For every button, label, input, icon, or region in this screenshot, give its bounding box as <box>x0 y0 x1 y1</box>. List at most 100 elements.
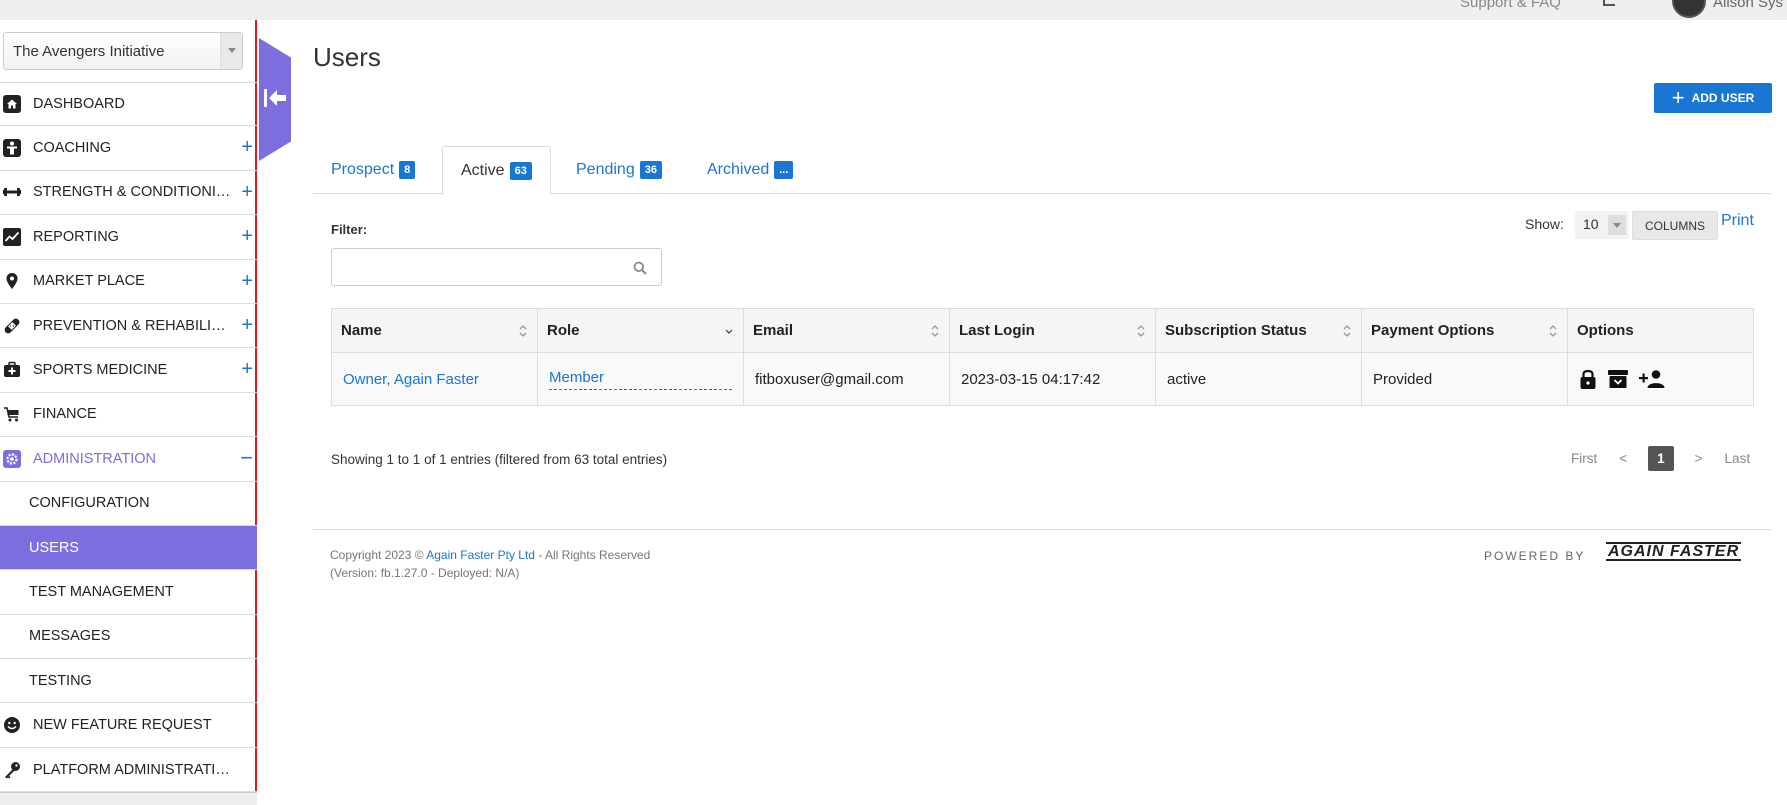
expand-icon[interactable]: + <box>241 137 253 157</box>
sort-icon <box>931 325 939 337</box>
tab-pending[interactable]: Pending 36 <box>558 146 680 194</box>
sidebar-item-configuration[interactable]: CONFIGURATION <box>0 482 257 526</box>
sort-icon <box>1549 325 1557 337</box>
sidebar-item-test-management[interactable]: TEST MANAGEMENT <box>0 570 257 615</box>
powered-by-label: POWERED BY <box>1484 549 1586 563</box>
pagination-prev[interactable]: < <box>1619 451 1627 466</box>
sidebar-item-dashboard[interactable]: DASHBOARD <box>0 82 257 127</box>
sidebar-item-finance[interactable]: FINANCE <box>0 393 257 438</box>
user-name-link[interactable]: Owner, Again Faster <box>343 371 479 388</box>
sidebar-collapse-toggle[interactable] <box>259 38 291 161</box>
column-header-label: Role <box>547 322 580 339</box>
sidebar-item-messages[interactable]: MESSAGES <box>0 615 257 660</box>
sidebar-item-testing[interactable]: TESTING <box>0 659 257 704</box>
pagination-current-page[interactable]: 1 <box>1648 446 1674 471</box>
sidebar-item-label: ADMINISTRATION <box>33 450 156 467</box>
count-badge: 8 <box>399 161 416 179</box>
sidebar-footer <box>0 792 257 805</box>
sidebar-item-label: CONFIGURATION <box>29 495 150 512</box>
column-header-email[interactable]: Email <box>743 308 950 353</box>
organization-select[interactable]: The Avengers Initiative <box>3 32 243 70</box>
search-icon[interactable] <box>633 261 647 278</box>
tab-active[interactable]: Active 63 <box>442 146 551 195</box>
columns-button[interactable]: COLUMNS <box>1632 211 1718 240</box>
medkit-icon <box>3 361 21 379</box>
column-header-label: Payment Options <box>1371 322 1495 339</box>
column-header-payment-options[interactable]: Payment Options <box>1361 308 1568 353</box>
sidebar-item-prevention-rehabilitation[interactable]: PREVENTION & REHABILITATION + <box>0 304 257 349</box>
company-link[interactable]: Again Faster Pty Ltd <box>426 548 535 562</box>
smiley-icon <box>3 716 21 734</box>
expand-icon[interactable]: + <box>241 315 253 335</box>
column-header-last-login[interactable]: Last Login <box>949 308 1156 353</box>
add-user-button[interactable]: + ADD USER <box>1654 83 1772 113</box>
sort-desc-icon <box>725 329 733 334</box>
status-tabs: Prospect 8 Active 63 Pending 36 Archived… <box>313 146 1772 195</box>
column-header-role[interactable]: Role <box>537 308 744 353</box>
tab-archived[interactable]: Archived ... <box>689 146 811 194</box>
lock-icon[interactable] <box>1579 368 1597 394</box>
chevron-down-icon[interactable] <box>220 33 242 69</box>
filter-field <box>331 248 662 286</box>
expand-icon[interactable]: + <box>241 226 253 246</box>
cart-icon <box>3 405 21 423</box>
pagination-last[interactable]: Last <box>1725 451 1751 466</box>
sidebar-item-label: PLATFORM ADMINISTRATION <box>33 761 233 778</box>
sidebar-item-label: NEW FEATURE REQUEST <box>33 717 212 734</box>
column-header-subscription-status[interactable]: Subscription Status <box>1155 308 1362 353</box>
top-bar: Support & FAQ Alison Sys <box>0 0 1787 20</box>
page-size-select[interactable]: 10 <box>1575 211 1629 239</box>
column-header-label: Options <box>1577 322 1634 339</box>
support-link[interactable]: Support & FAQ <box>1460 0 1561 11</box>
sort-icon <box>1343 325 1351 337</box>
chevron-down-icon <box>1608 215 1626 235</box>
sidebar: The Avengers Initiative DASHBOARD COACHI… <box>0 20 257 805</box>
plus-icon: + <box>1671 85 1685 110</box>
sidebar-item-platform-administration[interactable]: PLATFORM ADMINISTRATION <box>0 748 257 793</box>
column-header-label: Email <box>753 322 794 339</box>
sidebar-item-new-feature-request[interactable]: NEW FEATURE REQUEST <box>0 703 257 748</box>
sidebar-item-label: SPORTS MEDICINE <box>33 362 168 379</box>
role-editable[interactable]: Member <box>549 369 732 390</box>
column-header-label: Last Login <box>959 322 1035 339</box>
sidebar-item-sports-medicine[interactable]: SPORTS MEDICINE + <box>0 348 257 393</box>
add-person-icon[interactable] <box>1639 369 1667 393</box>
filter-input[interactable] <box>332 249 661 285</box>
user-name[interactable]: Alison Sys <box>1713 0 1783 11</box>
sidebar-item-reporting[interactable]: REPORTING + <box>0 215 257 260</box>
gear-icon <box>3 449 21 468</box>
version-text: (Version: fb.1.27.0 - Deployed: N/A) <box>330 566 520 580</box>
sidebar-item-users[interactable]: USERS <box>0 525 257 571</box>
count-badge: ... <box>774 161 794 179</box>
tab-label: Prospect <box>331 161 395 178</box>
avatar[interactable] <box>1672 0 1706 18</box>
organization-select-value: The Avengers Initiative <box>13 43 165 60</box>
flag-icon[interactable] <box>1603 0 1615 6</box>
table-row: Owner, Again Faster Member fitboxuser@gm… <box>331 352 1754 406</box>
sidebar-item-label: MARKET PLACE <box>33 273 145 290</box>
sidebar-item-coaching[interactable]: COACHING + <box>0 126 257 171</box>
tab-prospect[interactable]: Prospect 8 <box>313 146 433 194</box>
page-title: Users <box>313 42 381 72</box>
sidebar-item-strength-conditioning[interactable]: STRENGTH & CONDITIONING + <box>0 171 257 216</box>
cell-last-login: 2023-03-15 04:17:42 <box>949 352 1156 406</box>
sidebar-item-market-place[interactable]: MARKET PLACE + <box>0 260 257 304</box>
bandage-icon <box>3 317 21 335</box>
print-link[interactable]: Print <box>1721 212 1754 230</box>
pagination-next[interactable]: > <box>1695 451 1703 466</box>
archive-icon[interactable] <box>1607 368 1629 394</box>
collapse-icon[interactable]: − <box>240 447 253 469</box>
column-header-name[interactable]: Name <box>331 308 538 353</box>
cell-name: Owner, Again Faster <box>331 352 538 406</box>
collapse-arrow-icon <box>263 87 287 112</box>
sidebar-item-label: DASHBOARD <box>33 96 125 113</box>
sidebar-item-administration[interactable]: ADMINISTRATION − <box>0 437 257 482</box>
entries-info: Showing 1 to 1 of 1 entries (filtered fr… <box>331 452 668 467</box>
pagination-first[interactable]: First <box>1571 451 1597 466</box>
expand-icon[interactable]: + <box>241 271 253 291</box>
chart-icon <box>3 227 21 246</box>
expand-icon[interactable]: + <box>241 359 253 379</box>
expand-icon[interactable]: + <box>241 182 253 202</box>
users-table: Name Role Email Last Login Subscription … <box>331 308 1754 406</box>
column-header-options: Options <box>1567 308 1754 353</box>
